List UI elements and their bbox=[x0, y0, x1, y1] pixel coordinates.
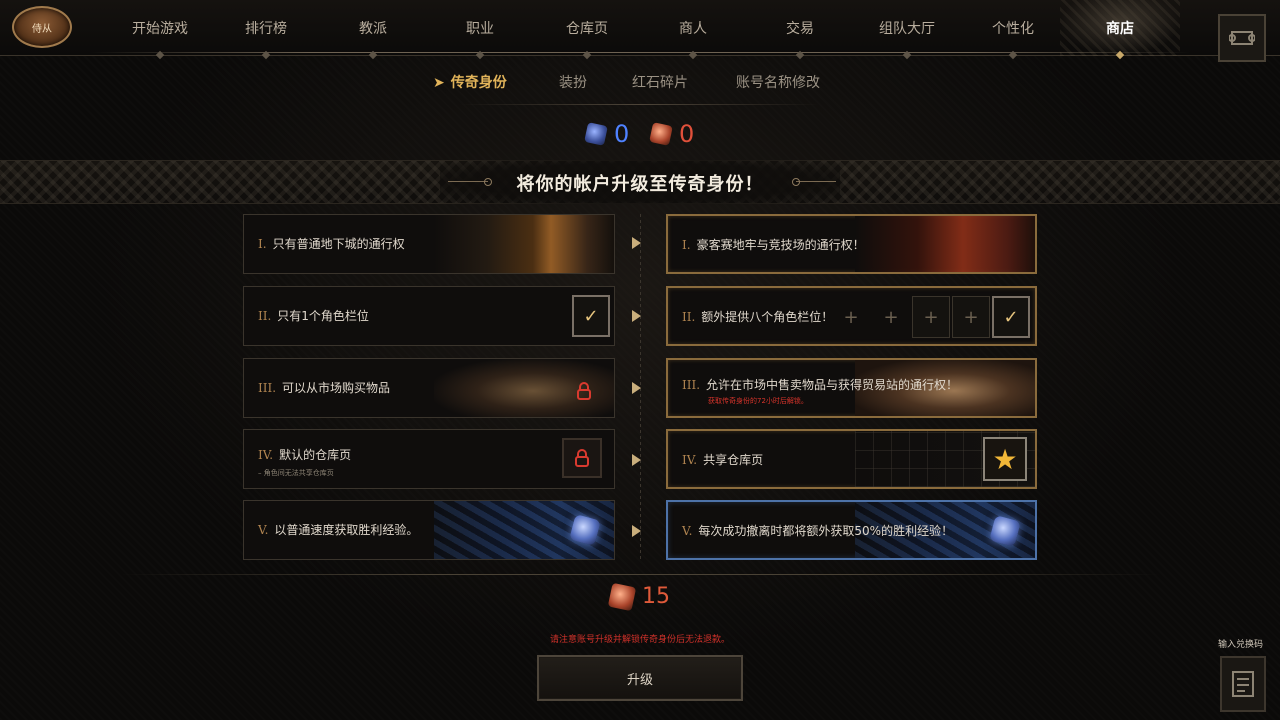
benefit-free-4: IV. 默认的仓库页 – 角色间无法共享仓库页 bbox=[243, 429, 615, 489]
benefit-legendary-3: III. 允许在市场中售卖物品与获得贸易站的通行权！ 获取传奇身份的72小时后解锁… bbox=[666, 358, 1037, 418]
character-slot-plus-icon: + bbox=[952, 296, 990, 338]
campfire-image bbox=[434, 215, 614, 273]
section-divider bbox=[120, 574, 1160, 575]
benefit-text: 豪客赛地牢与竞技场的通行权！ bbox=[696, 238, 865, 252]
red-currency-value: 0 bbox=[679, 120, 695, 148]
red-stone-icon bbox=[607, 582, 637, 611]
roman-numeral: IV. bbox=[258, 448, 274, 462]
tab-red-stone-shards[interactable]: 红石碎片 bbox=[632, 72, 688, 92]
benefit-subtext: – 角色间无法共享仓库页 bbox=[258, 469, 334, 477]
benefit-text: 默认的仓库页 bbox=[279, 448, 352, 462]
nav-customize[interactable]: 个性化 bbox=[963, 18, 1063, 38]
arena-image bbox=[855, 216, 1035, 272]
benefit-text: 只有1个角色栏位 bbox=[277, 309, 369, 323]
blue-currency-value: 0 bbox=[614, 120, 630, 148]
nav-leaderboard[interactable]: 排行榜 bbox=[216, 18, 316, 38]
arrow-right-icon bbox=[632, 382, 641, 394]
character-slot-plus-icon: + bbox=[912, 296, 950, 338]
nav-class[interactable]: 职业 bbox=[430, 18, 530, 38]
nav-start-game[interactable]: 开始游戏 bbox=[110, 18, 210, 38]
roman-numeral: IV. bbox=[682, 453, 698, 467]
arrow-right-icon bbox=[632, 237, 641, 249]
roman-numeral: I. bbox=[258, 237, 267, 251]
benefit-text: 每次成功撤离时都将额外获取50%的胜利经验！ bbox=[698, 524, 954, 538]
benefit-text: 可以从市场购买物品 bbox=[282, 381, 391, 395]
character-slot-plus-icon: + bbox=[843, 306, 859, 328]
red-currency: 0 bbox=[649, 120, 695, 148]
roman-numeral: I. bbox=[682, 238, 691, 252]
blue-stone-icon bbox=[584, 122, 608, 146]
benefit-free-5: V. 以普通速度获取胜利经验。 bbox=[243, 500, 615, 560]
refund-warning: 请注意账号升级并解锁传奇身份后无法退款。 bbox=[549, 635, 730, 645]
roman-numeral: II. bbox=[682, 310, 696, 324]
benefit-free-3: III. 可以从市场购买物品 bbox=[243, 358, 615, 418]
arrow-right-icon bbox=[632, 525, 641, 537]
tab-rename-account[interactable]: 账号名称修改 bbox=[736, 72, 820, 92]
red-stone-icon bbox=[649, 122, 673, 146]
subtab-divider bbox=[460, 104, 820, 105]
star-icon: ★ bbox=[983, 437, 1027, 481]
redeem-code-label: 输入兑换码 bbox=[1218, 640, 1264, 650]
benefit-free-1: I. 只有普通地下城的通行权 bbox=[243, 214, 615, 274]
upgrade-button[interactable]: 升级 bbox=[537, 655, 743, 701]
character-slot-plus-icon: + bbox=[883, 306, 899, 328]
lock-icon bbox=[564, 371, 604, 411]
roman-numeral: V. bbox=[258, 523, 269, 537]
benefit-free-2: II. 只有1个角色栏位 ✓ bbox=[243, 286, 615, 346]
lock-icon bbox=[562, 438, 602, 478]
map-button[interactable] bbox=[1218, 14, 1266, 62]
roman-numeral: III. bbox=[258, 381, 277, 395]
tab-cosmetics[interactable]: 装扮 bbox=[559, 72, 587, 92]
upgrade-cost-value: 15 bbox=[642, 584, 670, 609]
tab-active-arrow-icon: ➤ bbox=[433, 75, 445, 91]
redeem-code-button[interactable] bbox=[1220, 656, 1266, 712]
benefit-legendary-4: IV. 共享仓库页 ★ bbox=[666, 429, 1037, 489]
benefit-text: 允许在市场中售卖物品与获得贸易站的通行权！ bbox=[706, 378, 959, 392]
page-title: 将你的帐户升级至传奇身份！ bbox=[516, 174, 764, 195]
benefit-text: 共享仓库页 bbox=[703, 453, 764, 467]
arrow-right-icon bbox=[632, 454, 641, 466]
rank-badge[interactable]: 侍从 bbox=[12, 6, 72, 48]
arrow-right-icon bbox=[632, 310, 641, 322]
benefit-legendary-2: II. 额外提供八个角色栏位！ + + + + ✓ bbox=[666, 286, 1037, 346]
upgrade-button-label: 升级 bbox=[626, 672, 653, 688]
nav-party-lobby[interactable]: 组队大厅 bbox=[857, 18, 957, 38]
nav-religion[interactable]: 教派 bbox=[323, 18, 423, 38]
ledger-icon bbox=[1232, 671, 1254, 697]
blue-currency: 0 bbox=[584, 120, 630, 148]
character-slot-check-icon: ✓ bbox=[992, 296, 1030, 338]
tab-legendary-status[interactable]: ➤ 传奇身份 bbox=[433, 72, 507, 92]
benefit-text: 只有普通地下城的通行权 bbox=[272, 237, 405, 251]
nav-trade[interactable]: 交易 bbox=[750, 18, 850, 38]
tab-legendary-status-label: 传奇身份 bbox=[450, 75, 507, 91]
rank-badge-label: 侍从 bbox=[32, 23, 52, 35]
scroll-map-icon bbox=[1229, 31, 1255, 45]
character-slot-check-icon: ✓ bbox=[572, 295, 610, 337]
upgrade-cost: 15 bbox=[607, 582, 670, 611]
benefit-legendary-5: V. 每次成功撤离时都将额外获取50%的胜利经验！ bbox=[666, 500, 1037, 560]
nav-stash[interactable]: 仓库页 bbox=[537, 18, 637, 38]
benefit-text: 以普通速度获取胜利经验。 bbox=[274, 523, 419, 537]
roman-numeral: III. bbox=[682, 378, 701, 392]
roman-numeral: II. bbox=[258, 309, 272, 323]
roman-numeral: V. bbox=[682, 524, 693, 538]
nav-shop[interactable]: 商店 bbox=[1070, 18, 1170, 38]
benefit-text: 额外提供八个角色栏位！ bbox=[701, 310, 834, 324]
nav-merchant[interactable]: 商人 bbox=[643, 18, 743, 38]
unlock-note: 获取传奇身份的72小时后解锁。 bbox=[708, 397, 808, 405]
benefit-legendary-1: I. 豪客赛地牢与竞技场的通行权！ bbox=[666, 214, 1037, 274]
